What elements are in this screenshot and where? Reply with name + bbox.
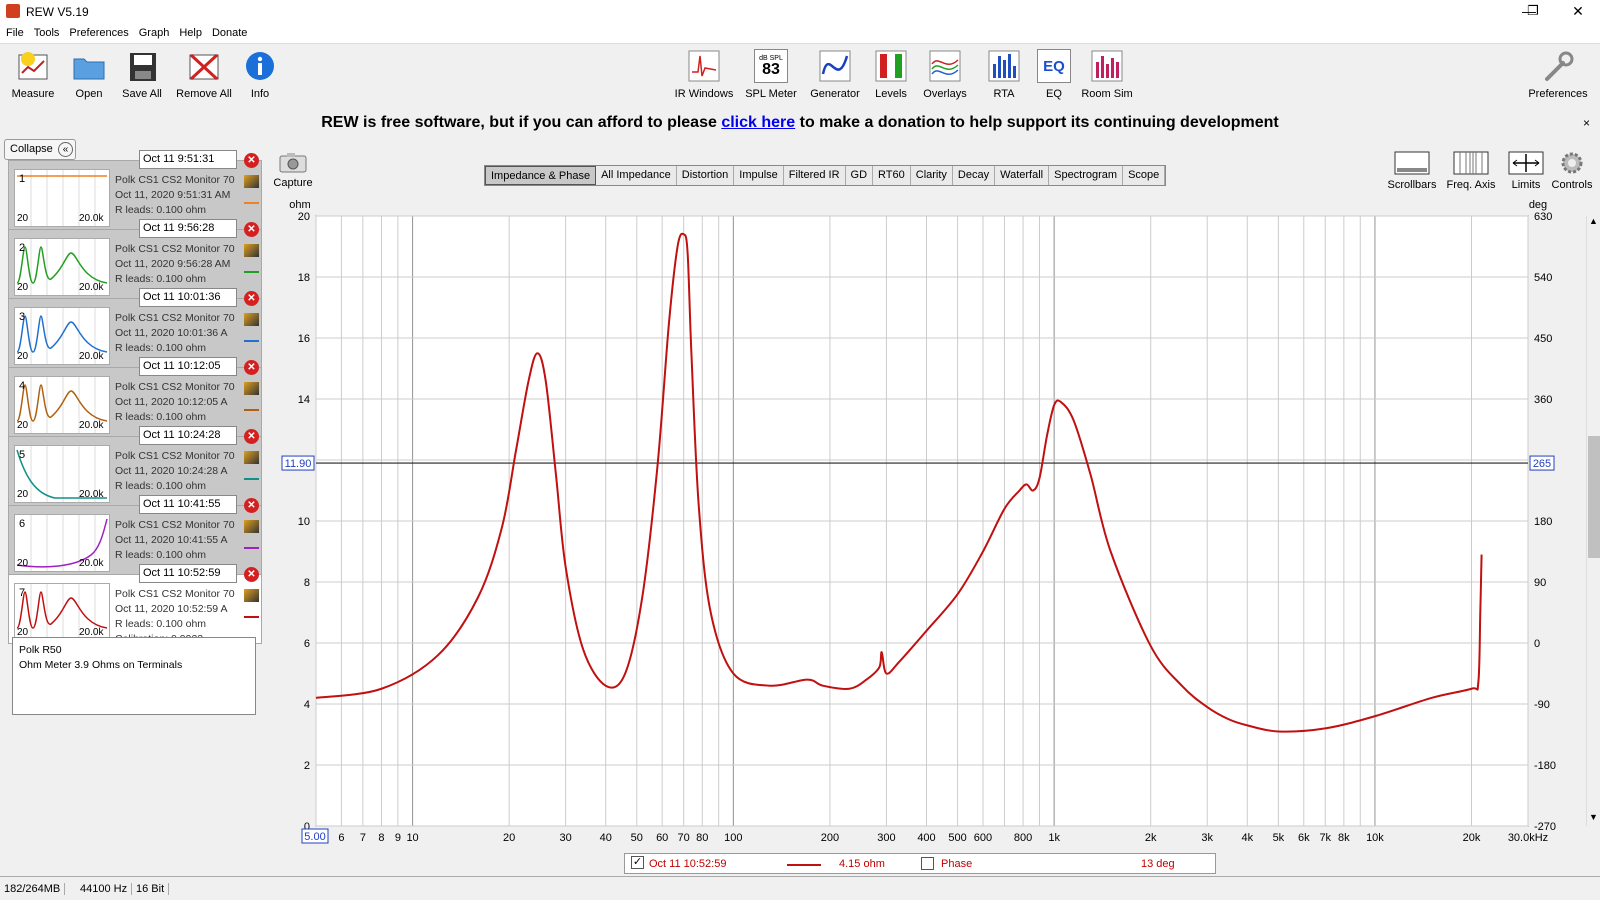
x-tick-label: 8 xyxy=(378,832,384,844)
legend-swatch xyxy=(787,864,821,866)
graph-vertical-scrollbar[interactable]: ▲ ▼ xyxy=(1586,216,1600,826)
x-tick-label: 3k xyxy=(1201,832,1213,844)
y2-tick-label: -180 xyxy=(1534,760,1556,772)
y2-tick-label: 540 xyxy=(1534,272,1552,284)
x-tick-label: 600 xyxy=(974,832,992,844)
y-axis-label: ohm xyxy=(289,199,310,211)
y-tick-label: 16 xyxy=(298,333,310,345)
graph-legend: ✓ Oct 11 10:52:59 4.15 ohm Phase 13 deg xyxy=(624,853,1216,874)
legend-checkbox[interactable]: ✓ xyxy=(631,856,644,869)
bit-depth-status: 16 Bit xyxy=(132,883,170,895)
x-tick-label: 400 xyxy=(917,832,935,844)
y-tick-label: 18 xyxy=(298,272,310,284)
x-tick-label: 7k xyxy=(1319,832,1331,844)
x-tick-label: 20k xyxy=(1463,832,1481,844)
y2-tick-label: 180 xyxy=(1534,516,1552,528)
y-tick-label: 2 xyxy=(304,760,310,772)
x-tick-label: 500 xyxy=(948,832,966,844)
x-tick-label: 1k xyxy=(1048,832,1060,844)
x-tick-label: 10k xyxy=(1366,832,1384,844)
x-tick-label: 50 xyxy=(631,832,643,844)
x-tick-label: 70 xyxy=(678,832,690,844)
y2-tick-label: 630 xyxy=(1534,211,1552,223)
y2-tick-label: 90 xyxy=(1534,577,1546,589)
x-tick-label: 300 xyxy=(877,832,895,844)
cursor-y2-value: 265 xyxy=(1533,458,1551,470)
phase-label: Phase xyxy=(941,858,973,870)
x-tick-label: 100 xyxy=(724,832,742,844)
x-tick-label: 40 xyxy=(600,832,612,844)
scrollbar-thumb[interactable] xyxy=(1588,436,1600,558)
x-tick-label: 4k xyxy=(1241,832,1253,844)
x-tick-label: 2k xyxy=(1145,832,1157,844)
x-tick-label: 6 xyxy=(338,832,344,844)
x-tick-label: 10 xyxy=(406,832,418,844)
x-tick-label: 8k xyxy=(1338,832,1350,844)
x-tick-label: 6k xyxy=(1298,832,1310,844)
status-bar: 182/264MB 44100 Hz 16 Bit xyxy=(0,876,1600,900)
legend-name: Oct 11 10:52:59 xyxy=(649,858,727,870)
y-tick-label: 4 xyxy=(304,699,310,711)
x-tick-label: 60 xyxy=(656,832,668,844)
x-tick-label: 800 xyxy=(1014,832,1032,844)
x-tick-label: 30.0kHz xyxy=(1508,832,1548,844)
y2-tick-label: 0 xyxy=(1534,638,1540,650)
x-tick-label: 30 xyxy=(559,832,571,844)
y2-axis-label: deg xyxy=(1529,199,1547,211)
legend-value: 4.15 ohm xyxy=(839,858,885,870)
y-tick-label: 14 xyxy=(298,394,310,406)
impedance-phase-graph[interactable]: 024681014161820-270-180-9009018036045054… xyxy=(0,0,1600,876)
x-tick-label: 20 xyxy=(503,832,515,844)
x-tick-label: 7 xyxy=(360,832,366,844)
cursor-y-value: 11.90 xyxy=(285,458,312,470)
scroll-up-icon[interactable]: ▲ xyxy=(1589,216,1598,226)
y-tick-label: 8 xyxy=(304,577,310,589)
y2-tick-label: 360 xyxy=(1534,394,1552,406)
y2-tick-label: -90 xyxy=(1534,699,1550,711)
x-tick-label: 9 xyxy=(395,832,401,844)
y-tick-label: 6 xyxy=(304,638,310,650)
memory-status: 182/264MB xyxy=(0,883,66,895)
x-tick-label: 80 xyxy=(696,832,708,844)
phase-value: 13 deg xyxy=(1141,858,1175,870)
y2-tick-label: 450 xyxy=(1534,333,1552,345)
y-tick-label: 20 xyxy=(298,211,310,223)
x-tick-label: 5.00 xyxy=(304,831,325,843)
scroll-down-icon[interactable]: ▼ xyxy=(1589,812,1598,822)
x-tick-label: 200 xyxy=(821,832,839,844)
sample-rate-status: 44100 Hz xyxy=(76,883,133,895)
phase-checkbox[interactable] xyxy=(921,857,934,870)
y-tick-label: 10 xyxy=(298,516,310,528)
x-tick-label: 5k xyxy=(1273,832,1285,844)
